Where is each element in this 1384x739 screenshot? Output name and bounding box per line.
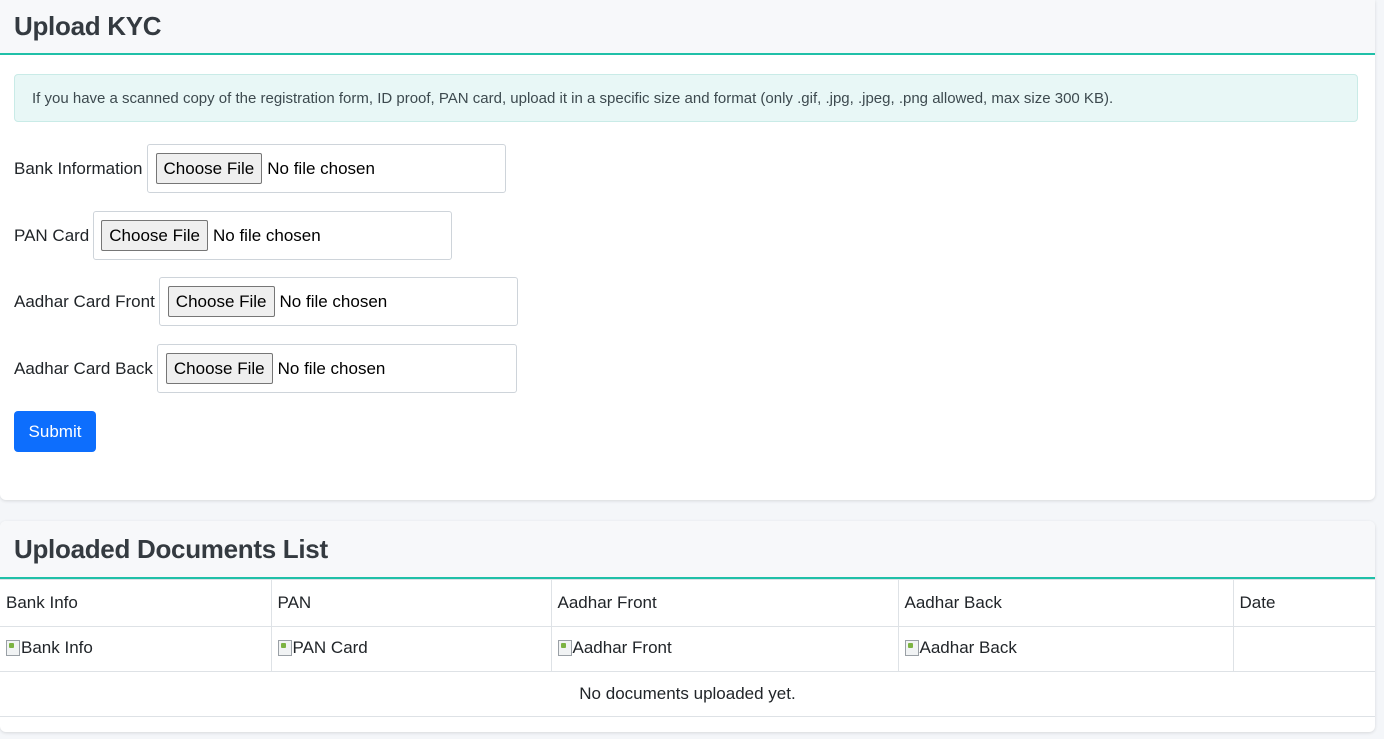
pan-card-choose-file-button[interactable]: Choose File xyxy=(101,220,208,251)
column-header-date: Date xyxy=(1232,579,1375,627)
bank-information-file-input[interactable]: Choose File No file chosen xyxy=(146,144,506,193)
aadhar-back-choose-file-button[interactable]: Choose File xyxy=(165,353,273,384)
broken-image-icon xyxy=(557,639,572,656)
documents-table: Bank Info PAN Aadhar Front Aadhar Back D… xyxy=(0,579,1375,717)
aadhar-back-image: Aadhar Back xyxy=(904,637,1017,658)
bank-information-file-status: No file chosen xyxy=(267,158,375,178)
aadhar-back-file-input[interactable]: Choose File No file chosen xyxy=(156,344,517,393)
aadhar-front-label: Aadhar Card Front xyxy=(14,291,155,311)
aadhar-front-file-status: No file chosen xyxy=(279,291,388,311)
submit-button[interactable]: Submit xyxy=(14,411,96,452)
bank-info-image: Bank Info xyxy=(6,638,93,658)
broken-image-icon xyxy=(904,639,919,656)
aadhar-front-cell: Aadhar Front xyxy=(550,626,899,672)
pan-card-image-alt: PAN Card xyxy=(292,637,368,657)
aadhar-front-file-input[interactable]: Choose File No file chosen xyxy=(158,277,518,326)
bank-information-choose-file-button[interactable]: Choose File xyxy=(155,153,263,184)
table-row: No documents uploaded yet. xyxy=(0,671,1375,717)
bank-information-label: Bank Information xyxy=(14,158,143,178)
column-header-aadhar-back: Aadhar Back xyxy=(897,579,1234,627)
table-header-row: Bank Info PAN Aadhar Front Aadhar Back D… xyxy=(0,579,1375,627)
page-title: Upload KYC xyxy=(14,11,162,41)
date-cell xyxy=(1232,626,1375,672)
pan-card-image: PAN Card xyxy=(277,637,368,658)
aadhar-back-image-alt: Aadhar Back xyxy=(919,637,1017,657)
empty-state-message: No documents uploaded yet. xyxy=(0,671,1375,717)
aadhar-back-file-status: No file chosen xyxy=(277,358,386,378)
aadhar-back-row: Aadhar Card Back Choose File No file cho… xyxy=(14,344,517,393)
uploaded-documents-header: Uploaded Documents List xyxy=(0,521,1375,579)
aadhar-back-label: Aadhar Card Back xyxy=(14,358,153,378)
aadhar-front-row: Aadhar Card Front Choose File No file ch… xyxy=(14,277,518,326)
pan-card-label: PAN Card xyxy=(14,225,90,245)
column-header-bank-info: Bank Info xyxy=(0,579,272,627)
pan-cell: PAN Card xyxy=(270,626,552,672)
aadhar-front-image-alt: Aadhar Front xyxy=(572,637,672,657)
aadhar-front-image: Aadhar Front xyxy=(557,637,672,658)
broken-image-icon xyxy=(277,639,292,656)
uploaded-documents-card: Uploaded Documents List Bank Info PAN Aa… xyxy=(0,521,1375,732)
pan-card-row: PAN Card Choose File No file chosen xyxy=(14,211,453,260)
aadhar-front-choose-file-button[interactable]: Choose File xyxy=(167,286,275,317)
bank-information-row: Bank Information Choose File No file cho… xyxy=(14,144,506,193)
table-row: Bank Info PAN Card Aadhar Front Aadhar B… xyxy=(0,626,1375,672)
upload-info-text: If you have a scanned copy of the regist… xyxy=(32,89,1114,107)
column-header-aadhar-front: Aadhar Front xyxy=(550,579,899,627)
broken-image-icon xyxy=(6,639,20,656)
uploaded-documents-title: Uploaded Documents List xyxy=(14,533,328,564)
pan-card-file-status: No file chosen xyxy=(212,225,321,245)
aadhar-back-cell: Aadhar Back xyxy=(897,626,1234,672)
upload-kyc-card: Upload KYC If you have a scanned copy of… xyxy=(0,0,1375,500)
upload-info-alert: If you have a scanned copy of the regist… xyxy=(14,74,1358,122)
upload-kyc-header: Upload KYC xyxy=(0,0,1375,55)
pan-card-file-input[interactable]: Choose File No file chosen xyxy=(93,211,453,260)
bank-info-cell: Bank Info xyxy=(0,626,272,672)
bank-info-image-alt: Bank Info xyxy=(21,637,93,657)
column-header-pan: PAN xyxy=(270,579,552,627)
